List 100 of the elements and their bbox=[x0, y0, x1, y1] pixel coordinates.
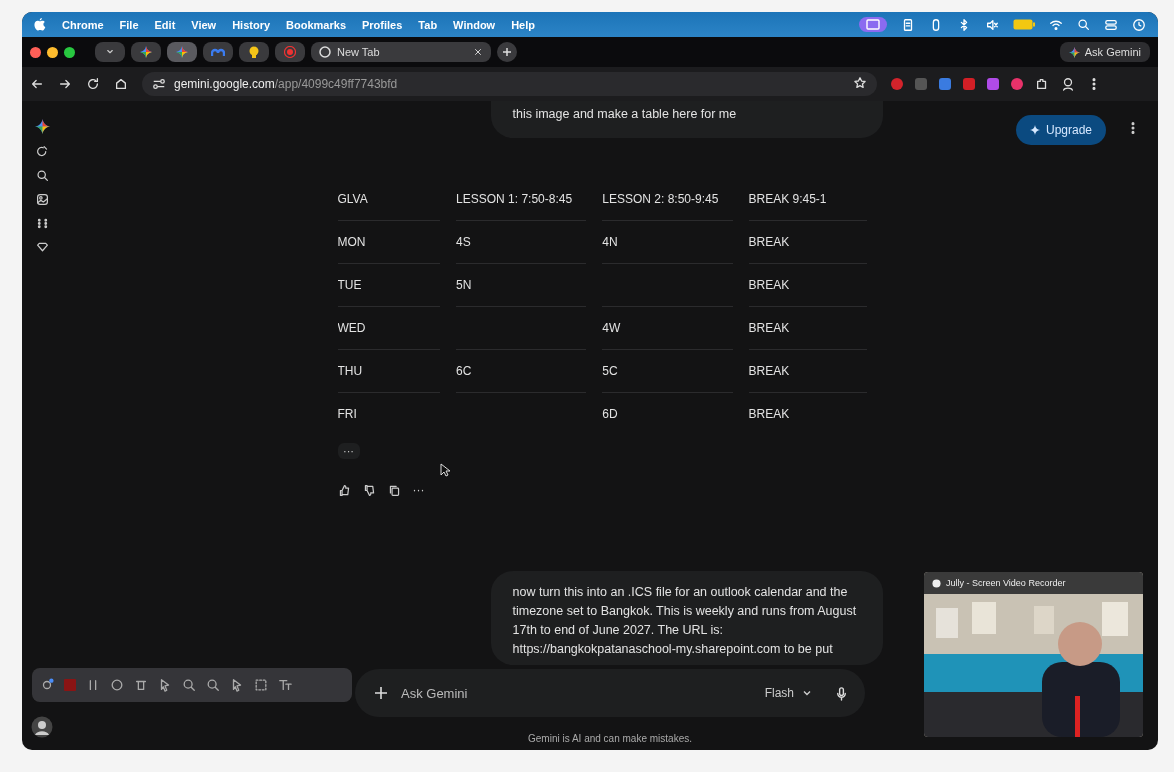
trash-icon[interactable] bbox=[134, 678, 148, 692]
gemini-logo-icon[interactable] bbox=[34, 119, 50, 134]
menu-item[interactable]: History bbox=[232, 18, 271, 31]
table-cell: TUE bbox=[337, 278, 362, 292]
column-header: BREAK 9:45-1 bbox=[748, 178, 867, 221]
extension-icon[interactable] bbox=[939, 78, 951, 90]
plus-icon bbox=[502, 47, 512, 57]
new-tab-button[interactable] bbox=[497, 42, 517, 62]
table-cell: 6D bbox=[602, 407, 618, 421]
menu-item[interactable]: Help bbox=[511, 18, 535, 31]
model-selector[interactable]: Flash bbox=[764, 686, 812, 700]
column-header: LESSON 2: 8:50-9:45 bbox=[602, 178, 733, 221]
table-cell: 5C bbox=[602, 364, 618, 378]
avatar-icon[interactable] bbox=[31, 716, 53, 738]
recorder-title: Jully - Screen Video Recorder bbox=[946, 578, 1066, 588]
table-cell: 4W bbox=[602, 321, 621, 335]
puzzle-icon[interactable] bbox=[1035, 77, 1049, 91]
magnifier-icon[interactable] bbox=[182, 678, 196, 692]
record-icon bbox=[932, 578, 941, 588]
text-size-icon[interactable] bbox=[278, 678, 292, 692]
microphone-icon[interactable] bbox=[834, 685, 849, 701]
pointer-icon[interactable] bbox=[230, 678, 244, 692]
more-chip[interactable]: ··· bbox=[337, 443, 360, 459]
menu-item[interactable]: Profiles bbox=[362, 18, 403, 31]
extension-icon[interactable] bbox=[987, 78, 999, 90]
diamond-icon[interactable] bbox=[35, 241, 49, 254]
table-cell: 4S bbox=[456, 235, 471, 249]
extension-icon[interactable] bbox=[891, 78, 903, 90]
more-options-button[interactable]: ··· bbox=[412, 483, 425, 497]
disclaimer-text: Gemini is AI and can make mistakes. bbox=[528, 732, 692, 746]
control-center-icon[interactable] bbox=[1104, 17, 1118, 32]
pinned-tab[interactable] bbox=[239, 42, 269, 62]
url-path: /app/4099c49ff7743bfd bbox=[274, 77, 398, 91]
table-cell: 4N bbox=[602, 235, 618, 249]
menu-item[interactable]: Window bbox=[453, 18, 496, 31]
chevron-down-icon bbox=[802, 688, 812, 698]
table-cell: WED bbox=[337, 321, 366, 335]
pinned-tab[interactable] bbox=[167, 42, 197, 62]
site-settings-icon[interactable] bbox=[152, 77, 166, 91]
back-icon[interactable] bbox=[30, 77, 44, 91]
table-cell: MON bbox=[337, 235, 366, 249]
lightbulb-icon[interactable] bbox=[249, 45, 259, 59]
profile-icon[interactable] bbox=[1061, 77, 1075, 91]
clock-icon[interactable] bbox=[1132, 17, 1146, 32]
table-cell: 5N bbox=[456, 278, 472, 292]
apple-logo-icon[interactable] bbox=[34, 18, 46, 31]
minimize-window-button[interactable] bbox=[47, 46, 58, 58]
ask-gemini-button[interactable]: Ask Gemini bbox=[1059, 42, 1150, 62]
extension-icon[interactable] bbox=[1011, 78, 1023, 90]
table-cell: BREAK bbox=[748, 235, 790, 249]
table-cell: BREAK bbox=[748, 364, 790, 378]
forward-icon[interactable] bbox=[58, 77, 72, 91]
extension-icon[interactable] bbox=[963, 78, 975, 90]
sparkle-icon bbox=[1029, 125, 1040, 135]
address-bar[interactable]: gemini.google.com/app/4099c49ff7743bfd bbox=[142, 72, 877, 96]
pinned-tab[interactable] bbox=[131, 42, 161, 62]
column-header: LESSON 1: 7:50-8:45 bbox=[456, 178, 587, 221]
image-icon[interactable] bbox=[35, 193, 49, 206]
menu-item[interactable]: Bookmarks bbox=[286, 18, 346, 31]
menu-item[interactable]: Chrome bbox=[62, 18, 104, 31]
menu-item[interactable]: View bbox=[191, 18, 217, 31]
apps-grid-icon[interactable] bbox=[35, 217, 49, 230]
mouse-cursor-icon bbox=[439, 463, 450, 477]
user-message: now turn this into an .ICS file for an outlook calendar and the timezone set to Bangkok. This is weekly and runs from August 17th to end of June 2027. The URL is: https://bangkokpatanaschool-my.sharepoint.com to be put bbox=[490, 571, 883, 665]
copy-icon[interactable] bbox=[387, 483, 401, 497]
record-icon[interactable] bbox=[284, 46, 296, 58]
loop-logo-icon[interactable] bbox=[211, 47, 225, 57]
new-chat-icon[interactable] bbox=[35, 145, 49, 158]
table-cell: THU bbox=[337, 364, 363, 378]
upgrade-button[interactable]: Upgrade bbox=[1015, 115, 1106, 145]
menu-item[interactable]: Tab bbox=[418, 18, 438, 31]
battery-icon[interactable] bbox=[1013, 19, 1035, 30]
browser-tab[interactable]: New Tab bbox=[311, 42, 491, 62]
thumbs-up-icon[interactable] bbox=[337, 483, 351, 497]
menu-item[interactable]: Edit bbox=[154, 18, 176, 31]
thumbs-down-icon[interactable] bbox=[362, 483, 376, 497]
close-window-button[interactable] bbox=[30, 46, 41, 58]
search-icon[interactable] bbox=[35, 169, 49, 182]
plus-icon[interactable] bbox=[373, 685, 389, 701]
column-header: GLVA bbox=[337, 178, 441, 221]
selection-icon[interactable] bbox=[254, 678, 268, 692]
document-icon[interactable] bbox=[901, 17, 915, 32]
table-cell: BREAK bbox=[748, 278, 790, 292]
reload-icon[interactable] bbox=[86, 77, 100, 91]
home-icon[interactable] bbox=[114, 77, 128, 91]
bookmark-star-icon[interactable] bbox=[853, 75, 867, 90]
table-cell: FRI bbox=[337, 407, 357, 421]
spark-icon[interactable] bbox=[1068, 46, 1080, 58]
pointer-icon[interactable] bbox=[158, 678, 172, 692]
table-cell: BREAK bbox=[748, 321, 790, 335]
close-icon[interactable] bbox=[473, 47, 483, 57]
prompt-input[interactable]: Ask Gemini Flash bbox=[355, 669, 865, 717]
pinned-tab[interactable] bbox=[203, 42, 233, 62]
spark-icon[interactable] bbox=[140, 46, 152, 58]
screen-share-icon[interactable] bbox=[859, 17, 887, 32]
menu-item[interactable]: File bbox=[119, 18, 139, 31]
spark-icon[interactable] bbox=[176, 46, 188, 58]
maximize-window-button[interactable] bbox=[64, 46, 75, 58]
muted-speaker-icon[interactable] bbox=[985, 17, 999, 32]
magnifier-icon[interactable] bbox=[206, 678, 220, 692]
